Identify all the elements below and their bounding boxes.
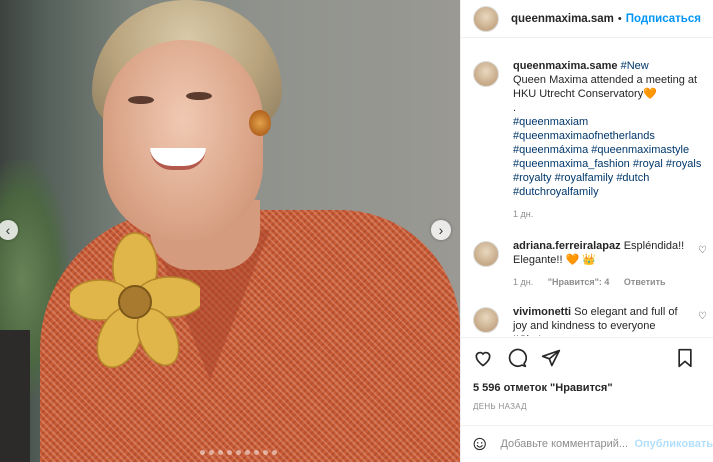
heart-icon[interactable] [473, 348, 493, 368]
caption-dot: . [513, 102, 517, 114]
hashtag-link[interactable]: #queenmaximaofnetherlands [513, 130, 655, 142]
caption-text: Queen Maxima attended a meeting at HKU U… [513, 74, 698, 100]
carousel-dot [200, 450, 205, 455]
comment-input[interactable] [498, 437, 633, 451]
bookmark-icon[interactable] [675, 348, 695, 368]
emoji-icon[interactable] [473, 434, 486, 454]
separator: • [617, 12, 622, 25]
carousel-dot [227, 450, 232, 455]
left-eye [128, 96, 154, 104]
carousel-dot [245, 450, 250, 455]
earring [249, 110, 271, 136]
background-shadow [0, 330, 30, 462]
heart-icon[interactable]: ♡ [698, 245, 707, 256]
comment-username[interactable]: vivimonetti [513, 306, 571, 318]
chevron-left-icon: ‹ [5, 222, 11, 238]
post-header: queenmaxima.sam • Подписаться [461, 0, 713, 38]
action-bar [461, 337, 713, 377]
hashtag-link[interactable]: #queenmáxima #queenmaximastyle [513, 144, 689, 156]
likes-count[interactable]: 5 596 отметок "Нравится" [473, 382, 613, 394]
next-photo-button[interactable]: › [431, 220, 451, 240]
post-username[interactable]: queenmaxima.sam [511, 13, 614, 25]
publish-button[interactable]: Опубликовать [634, 438, 713, 450]
comments-list[interactable]: queenmaxima.same #New Queen Maxima atten… [461, 38, 713, 336]
follow-button[interactable]: Подписаться [626, 13, 701, 25]
avatar[interactable] [473, 5, 499, 32]
hashtag-link[interactable]: #queenmaxima_fashion #royal #royals [513, 158, 701, 170]
comment: vivimonetti So elegant and full of joy a… [461, 305, 713, 336]
hashtag-link[interactable]: #New [621, 60, 649, 72]
comment-username[interactable]: adriana.ferreiralapaz [513, 240, 621, 252]
avatar[interactable] [473, 241, 499, 267]
carousel-dot [254, 450, 259, 455]
carousel-dot [272, 450, 277, 455]
carousel-indicators [200, 450, 277, 455]
comment-meta: 1 дн. "Нравится": 4 Ответить [513, 275, 688, 289]
carousel-dot [209, 450, 214, 455]
carousel-dot [263, 450, 268, 455]
carousel-dot [236, 450, 241, 455]
chevron-right-icon: › [438, 222, 444, 238]
comment-icon[interactable] [507, 348, 527, 368]
post-photo[interactable]: ‹ › [0, 0, 460, 462]
caption-username[interactable]: queenmaxima.same [513, 60, 618, 72]
carousel-dot [218, 450, 223, 455]
hashtag-link[interactable]: #royalty #royalfamily #dutch [513, 172, 649, 184]
comment-time[interactable]: 1 дн. [513, 277, 533, 287]
instagram-post: ‹ › queenmaxima.sam • Подписаться queenm… [0, 0, 713, 462]
caption: queenmaxima.same #New Queen Maxima atten… [461, 59, 713, 221]
hashtag-link[interactable]: #dutchroyalfamily [513, 186, 599, 198]
avatar[interactable] [473, 307, 499, 333]
comment-likes[interactable]: "Нравится": 4 [548, 277, 610, 287]
post-date[interactable]: ДЕНЬ НАЗАД [473, 402, 527, 411]
face [103, 40, 263, 240]
add-comment-bar: Опубликовать [461, 425, 713, 462]
avatar[interactable] [473, 61, 499, 87]
caption-time[interactable]: 1 дн. [513, 209, 533, 219]
reply-button[interactable]: Ответить [624, 277, 666, 287]
hashtag-link[interactable]: #queenmaxiam [513, 116, 588, 128]
heart-icon[interactable]: ♡ [698, 311, 707, 322]
share-icon[interactable] [541, 348, 561, 368]
flower-brooch [70, 232, 200, 368]
right-eye [186, 92, 212, 100]
post-side-panel: queenmaxima.sam • Подписаться queenmaxim… [460, 0, 713, 462]
caption-meta: 1 дн. [513, 207, 703, 221]
comment: adriana.ferreiralapaz Espléndida!! Elega… [461, 239, 713, 289]
